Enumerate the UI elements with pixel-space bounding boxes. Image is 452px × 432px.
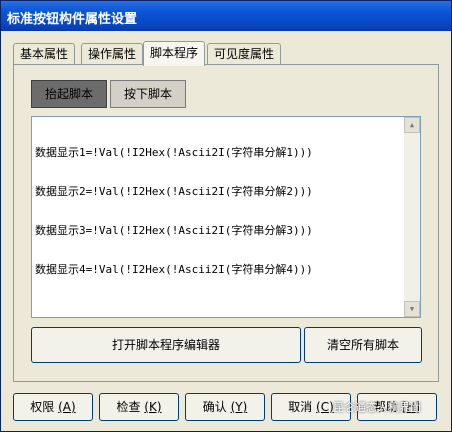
watermark-text: 昆仑通态人机界面	[333, 401, 421, 414]
script-line: 数据显示2=!Val(!I2Hex(!Ascii2I(字符串分解2)))	[35, 185, 313, 198]
script-editor[interactable]: 数据显示1=!Val(!I2Hex(!Ascii2I(字符串分解1))) 数据显…	[31, 116, 421, 318]
title-bar[interactable]: 标准按钮构件属性设置	[1, 1, 451, 31]
tab-visibility[interactable]: 可见度属性	[207, 43, 282, 64]
confirm-button[interactable]: 确认 (Y)	[185, 393, 265, 421]
tab-basic[interactable]: 基本属性	[13, 43, 76, 64]
vertical-scrollbar[interactable]: ▲ ▼	[404, 117, 420, 317]
permissions-button[interactable]: 权限 (A)	[13, 393, 93, 421]
script-line: 数据显示1=!Val(!I2Hex(!Ascii2I(字符串分解1)))	[35, 146, 313, 159]
script-text[interactable]: 数据显示1=!Val(!I2Hex(!Ascii2I(字符串分解1))) 数据显…	[35, 120, 313, 302]
dialog-window: 标准按钮构件属性设置 基本属性 操作属性 脚本程序 可见度属性 抬起脚本 按下脚…	[0, 0, 452, 432]
open-script-editor-button[interactable]: 打开脚本程序编辑器	[31, 327, 301, 363]
scroll-up-icon[interactable]: ▲	[404, 117, 420, 133]
script-line: 数据显示4=!Val(!I2Hex(!Ascii2I(字符串分解4)))	[35, 263, 313, 276]
tab-script[interactable]: 脚本程序	[143, 41, 206, 66]
subtab-release-script[interactable]: 抬起脚本	[31, 80, 107, 108]
tab-operation[interactable]: 操作属性	[81, 43, 144, 64]
script-line: 数据显示3=!Val(!I2Hex(!Ascii2I(字符串分解3)))	[35, 224, 313, 237]
check-button[interactable]: 检查 (K)	[99, 393, 179, 421]
scroll-down-icon[interactable]: ▼	[404, 301, 420, 317]
subtab-press-script[interactable]: 按下脚本	[110, 80, 186, 108]
window-title: 标准按钮构件属性设置	[7, 12, 138, 27]
clear-all-scripts-button[interactable]: 清空所有脚本	[304, 327, 422, 363]
script-tab-panel: 抬起脚本 按下脚本 数据显示1=!Val(!I2Hex(!Ascii2I(字符串…	[13, 64, 439, 382]
